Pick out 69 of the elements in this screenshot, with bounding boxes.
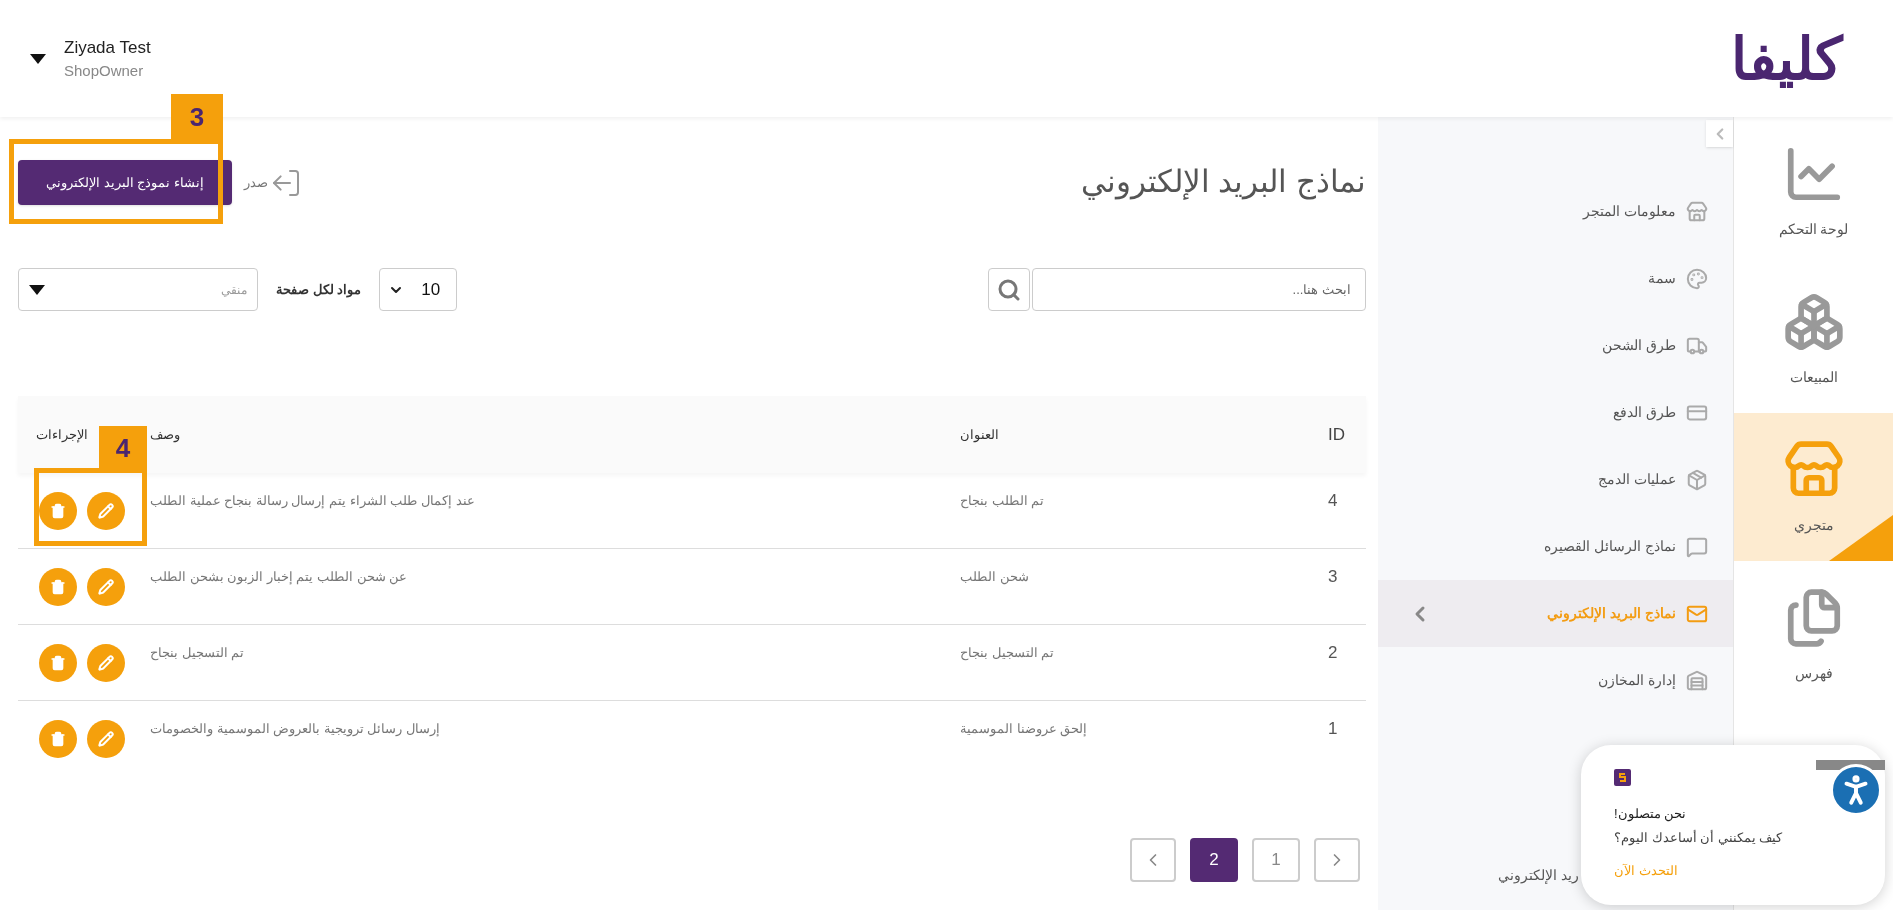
delete-button[interactable]: [39, 567, 77, 606]
collapse-button[interactable]: [1706, 120, 1733, 147]
column-header: ID: [1328, 423, 1345, 446]
user-name: Ziyada Test: [64, 36, 151, 59]
table-cell-text: شحن الطلب: [960, 567, 1029, 587]
palette-icon: [1686, 267, 1708, 290]
trash-icon: [50, 654, 66, 671]
previous-page-button[interactable]: [1130, 838, 1176, 882]
trash-icon: [50, 578, 66, 595]
chat-logo-icon: [1614, 769, 1631, 786]
column-header: العنوان: [960, 425, 999, 445]
page-size-select[interactable]: 10: [379, 268, 458, 311]
trash-icon: [50, 502, 66, 519]
warehouse-icon: [1686, 669, 1708, 692]
table-cell-text: عند إكمال طلب الشراء يتم إرسال رسالة بنجاح عملية الطلب: [150, 491, 475, 511]
table-cell-text: عن شحن الطلب يتم إخبار الزبون بشحن الطلب: [150, 567, 408, 587]
table-cell-text: 2: [1328, 641, 1338, 664]
edit-button[interactable]: [87, 720, 125, 758]
delete-button[interactable]: [39, 720, 77, 758]
search-field[interactable]: ابحث هنا...: [1032, 268, 1366, 311]
submenu-item[interactable]: طرق الشحن: [1378, 312, 1733, 379]
callout-number: 4: [99, 426, 147, 470]
callout-number: 3: [171, 94, 223, 140]
caret-down-icon[interactable]: [30, 53, 46, 64]
delete-button[interactable]: [39, 643, 77, 682]
user-role: ShopOwner: [64, 61, 145, 81]
chat-question: كيف يمكنني أن أساعدك اليوم؟: [1614, 828, 1783, 847]
pencil-icon: [98, 731, 114, 747]
edit-button[interactable]: [87, 643, 125, 682]
submenu-item[interactable]: سمة: [1378, 245, 1733, 312]
next-page-button[interactable]: [1314, 838, 1360, 882]
table-cell-text: 3: [1328, 565, 1338, 588]
pencil-icon: [98, 654, 114, 671]
table-cell-text: 4: [1328, 489, 1338, 512]
edit-button[interactable]: [87, 491, 125, 530]
submenu-item[interactable]: نماذج الرسائل القصيره: [1378, 513, 1733, 580]
table-cell-text: 1: [1328, 718, 1338, 741]
page-title: نماذج البريد الإلكتروني: [1080, 163, 1366, 202]
submenu-item[interactable]: معلومات المتجر: [1378, 178, 1733, 245]
rail-item[interactable]: متجري: [1734, 413, 1893, 561]
export-button[interactable]: صدر: [243, 166, 302, 199]
caret-down-icon: [29, 284, 45, 295]
pencil-icon: [98, 578, 114, 595]
chat-status: نحن متصلون!: [1614, 805, 1687, 824]
trash-icon: [50, 731, 66, 747]
table-cell-text: إرسال رسائل ترويجية بالعروض الموسمية والخصومات: [150, 720, 441, 739]
create-template-button[interactable]: إنشاء نموذج البريد الإلكتروني: [18, 160, 232, 205]
submenu-item[interactable]: إدارة المخازن: [1378, 647, 1733, 714]
submenu-item-text[interactable]: ريد الإلكتروني: [1498, 865, 1579, 886]
page-button[interactable]: 2: [1190, 838, 1238, 882]
search-icon: [997, 277, 1021, 302]
search-button[interactable]: [988, 268, 1030, 311]
package-icon: [1686, 468, 1708, 491]
table-cell-text: تم التسجيل بنجاح: [960, 643, 1055, 663]
edit-button[interactable]: [87, 567, 125, 606]
column-header: الإجراءات: [35, 425, 88, 445]
delete-button[interactable]: [39, 491, 77, 530]
table-cell-text: تم التسجيل بنجاح: [150, 643, 245, 663]
table-cell-text: إلحق عروضنا الموسمية: [960, 720, 1088, 739]
store-icon: [1686, 200, 1708, 223]
chat-bubble-icon: [1686, 535, 1708, 558]
page-button[interactable]: 1: [1252, 838, 1300, 882]
table-cell-text: تم الطلب بنجاح: [960, 491, 1045, 511]
submenu-item[interactable]: عمليات الدمج: [1378, 446, 1733, 513]
page-size-label: مواد لكل صفحة: [276, 280, 362, 300]
logo[interactable]: كليفا: [1731, 15, 1843, 102]
pencil-icon: [98, 502, 114, 519]
column-header: وصف: [150, 425, 180, 445]
submenu-item[interactable]: طرق الدفع: [1378, 379, 1733, 446]
